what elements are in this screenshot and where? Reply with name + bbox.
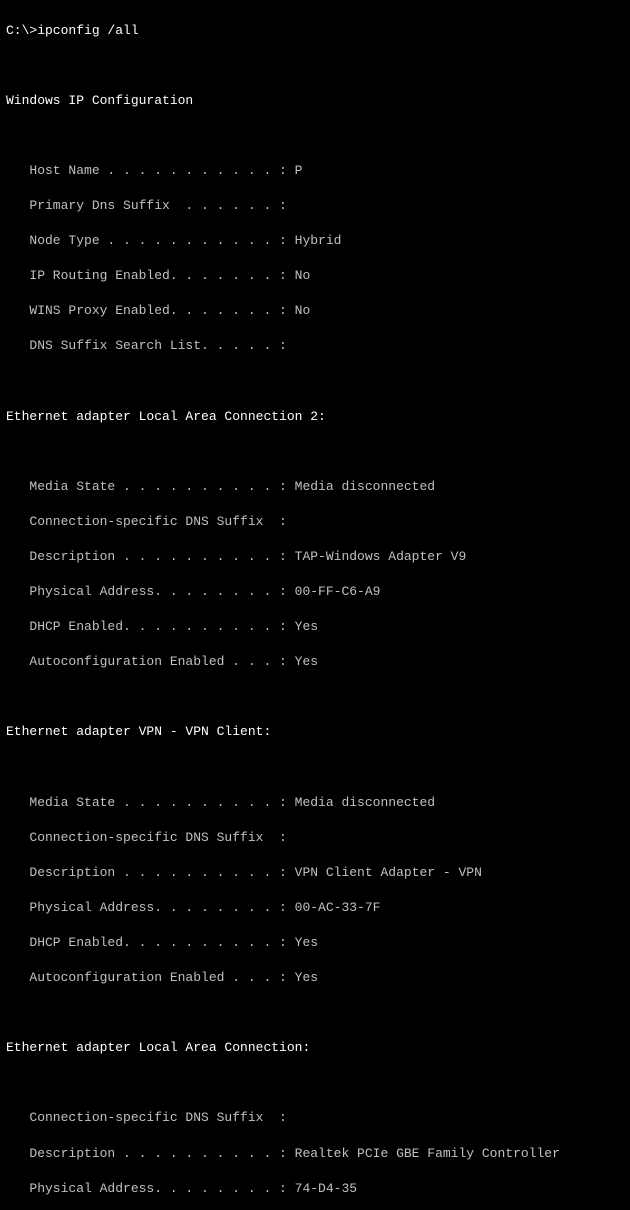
- terminal-line-28: [6, 1004, 624, 1022]
- terminal-line-25: Physical Address. . . . . . . . : 00-AC-…: [6, 899, 624, 917]
- terminal-line-8: WINS Proxy Enabled. . . . . . . : No: [6, 302, 624, 320]
- terminal-line-6: Node Type . . . . . . . . . . . : Hybrid: [6, 232, 624, 250]
- terminal-line-2: Windows IP Configuration: [6, 92, 624, 110]
- terminal-line-20: Ethernet adapter VPN - VPN Client:: [6, 723, 624, 741]
- terminal-line-23: Connection-specific DNS Suffix :: [6, 829, 624, 847]
- terminal-line-22: Media State . . . . . . . . . . : Media …: [6, 794, 624, 812]
- terminal-line-13: Media State . . . . . . . . . . : Media …: [6, 478, 624, 496]
- terminal-line-10: [6, 372, 624, 390]
- terminal-line-29: Ethernet adapter Local Area Connection:: [6, 1039, 624, 1057]
- terminal-line-0: C:\>ipconfig /all: [6, 22, 624, 40]
- terminal-line-19: [6, 688, 624, 706]
- terminal-line-27: Autoconfiguration Enabled . . . : Yes: [6, 969, 624, 987]
- terminal-line-17: DHCP Enabled. . . . . . . . . . : Yes: [6, 618, 624, 636]
- terminal-line-7: IP Routing Enabled. . . . . . . : No: [6, 267, 624, 285]
- terminal-line-12: [6, 443, 624, 461]
- terminal-line-11: Ethernet adapter Local Area Connection 2…: [6, 408, 624, 426]
- terminal-line-3: [6, 127, 624, 145]
- terminal-line-32: Description . . . . . . . . . . : Realte…: [6, 1145, 624, 1163]
- terminal-line-14: Connection-specific DNS Suffix :: [6, 513, 624, 531]
- terminal-line-1: [6, 57, 624, 75]
- terminal-line-16: Physical Address. . . . . . . . : 00-FF-…: [6, 583, 624, 601]
- terminal-line-30: [6, 1074, 624, 1092]
- terminal-line-18: Autoconfiguration Enabled . . . : Yes: [6, 653, 624, 671]
- terminal-line-33: Physical Address. . . . . . . . : 74-D4-…: [6, 1180, 624, 1198]
- terminal-output: C:\>ipconfig /all Windows IP Configurati…: [6, 4, 624, 1210]
- terminal-line-26: DHCP Enabled. . . . . . . . . . : Yes: [6, 934, 624, 952]
- terminal-line-4: Host Name . . . . . . . . . . . : P: [6, 162, 624, 180]
- terminal-line-15: Description . . . . . . . . . . : TAP-Wi…: [6, 548, 624, 566]
- terminal-line-21: [6, 759, 624, 777]
- terminal-line-5: Primary Dns Suffix . . . . . . :: [6, 197, 624, 215]
- terminal-line-31: Connection-specific DNS Suffix :: [6, 1109, 624, 1127]
- terminal-line-24: Description . . . . . . . . . . : VPN Cl…: [6, 864, 624, 882]
- terminal-line-9: DNS Suffix Search List. . . . . :: [6, 337, 624, 355]
